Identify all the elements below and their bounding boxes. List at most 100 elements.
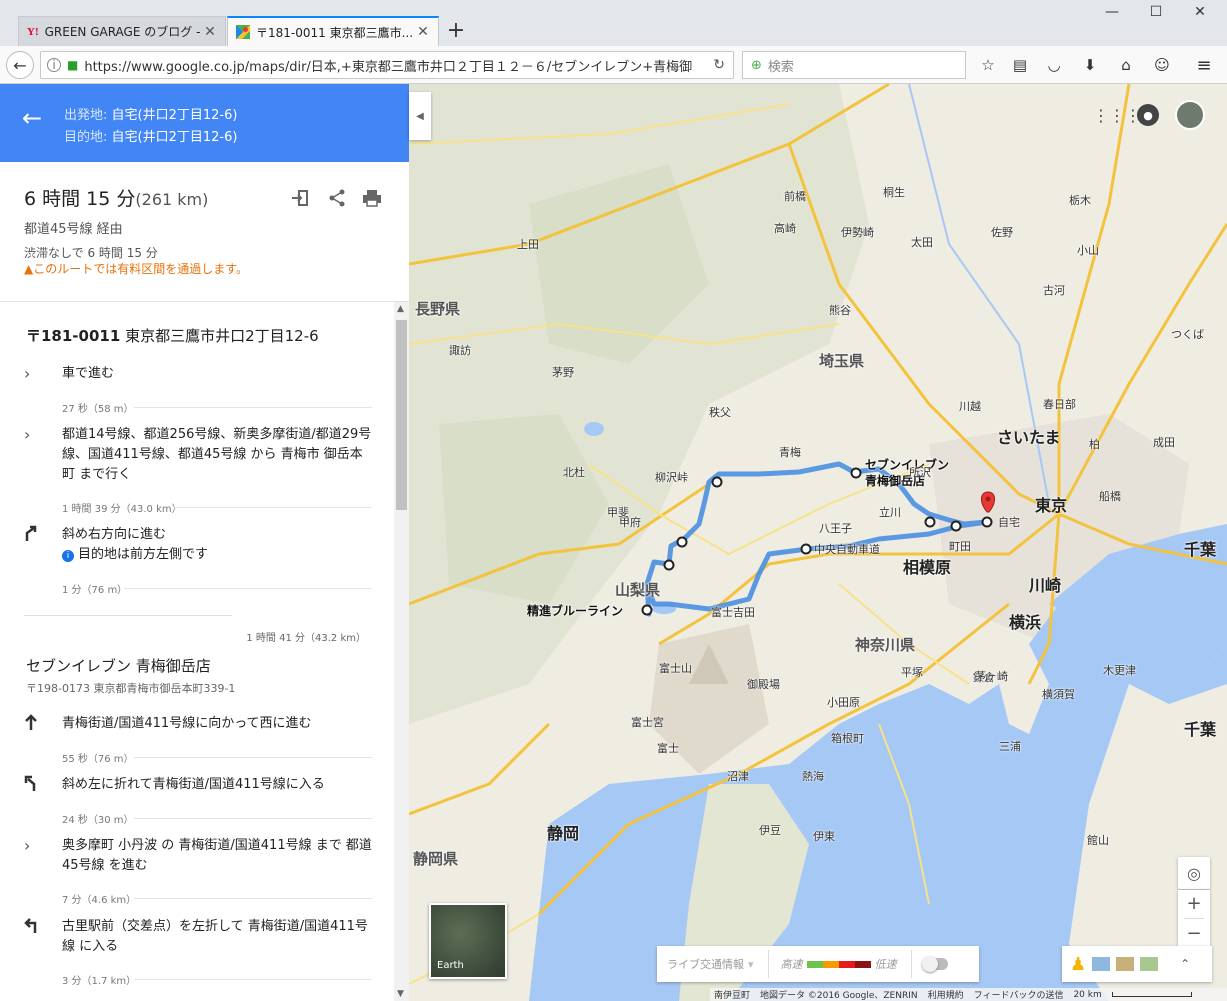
map-label: 山梨県 [615, 581, 661, 599]
chevron-down-icon[interactable]: ▾ [748, 958, 754, 971]
map-label: 伊豆 [759, 824, 781, 837]
info-icon[interactable]: i [47, 58, 61, 72]
yahoo-icon: Y! [27, 25, 39, 38]
step-text: 古里駅前（交差点）を左折して 青梅街道/国道411号線 に入る [62, 919, 368, 954]
navigation-toolbar: ← i ■ https://www.google.co.jp/maps/dir/… [0, 46, 1227, 84]
reload-icon[interactable]: ↻ [713, 57, 725, 73]
route-via: 都道45号線 経由 [24, 222, 123, 237]
home-icon[interactable]: ⌂ [1116, 55, 1136, 75]
my-location-icon[interactable]: ◎ [1178, 857, 1210, 889]
directions-steps: 〒181-0011 東京都三鷹市井口2丁目12-6 › 車で進む 27 秒（58… [0, 302, 394, 1001]
layer-thumb-icon[interactable] [1140, 957, 1159, 971]
scrollbar-thumb[interactable] [396, 320, 407, 510]
traffic-fast-label: 高速 [780, 958, 803, 971]
menu-icon[interactable]: ≡ [1194, 55, 1214, 76]
map-label: 富士宮 [631, 716, 664, 729]
warning-icon: ▲ [24, 262, 34, 276]
scale-label[interactable]: 20 km [1073, 990, 1101, 1000]
scroll-up-icon[interactable]: ▲ [397, 304, 404, 314]
search-engine-icon[interactable]: ⊕ [751, 58, 762, 73]
traffic-legend-swatch [854, 960, 871, 968]
send-to-device-icon[interactable] [288, 186, 312, 210]
step-divider [134, 407, 372, 408]
traffic-legend-swatch [822, 960, 839, 968]
back-arrow-icon[interactable]: ← [22, 104, 42, 132]
map-label: 春日部 [1043, 398, 1076, 411]
zoom-divider [1184, 917, 1204, 919]
map-label: 上田 [517, 238, 539, 251]
waypoint-name[interactable]: セブンイレブン 青梅御岳店 [26, 655, 211, 676]
new-tab-button[interactable]: + [444, 18, 468, 43]
terms-link[interactable]: 利用規約 [928, 988, 964, 1001]
destination-row[interactable]: 目的地: 自宅(井口2丁目12-6) [64, 126, 237, 145]
download-icon[interactable]: ⬇ [1080, 55, 1100, 75]
step-divider [134, 898, 372, 899]
earth-view-toggle[interactable]: Earth [429, 903, 507, 979]
zoom-in-button[interactable]: + [1186, 893, 1201, 914]
url-text[interactable]: https://www.google.co.jp/maps/dir/日本,+東京… [84, 56, 713, 75]
url-bar[interactable]: i ■ https://www.google.co.jp/maps/dir/日本… [40, 51, 734, 79]
map-label: 茅ヶ崎 [975, 670, 1008, 683]
scale-bar [1111, 992, 1192, 997]
bookmark-star-icon[interactable]: ☆ [978, 55, 998, 75]
map-label: セブンイレブン [865, 458, 950, 472]
maximize-button[interactable]: ☐ [1140, 4, 1172, 26]
feedback-link[interactable]: フィードバックの送信 [974, 988, 1064, 1001]
map-label: 北杜 [563, 466, 585, 479]
destination-label: 目的地: [64, 130, 108, 145]
leg-total: 1 時間 41 分（43.2 km） [246, 633, 366, 644]
step-text: 都道14号線、都道256号線、新奥多摩街道/都道29号線、国道411号線、都道4… [62, 427, 372, 482]
close-tab-icon[interactable]: ✕ [203, 24, 217, 40]
share-icon[interactable] [325, 186, 349, 210]
tab-google-maps[interactable]: 〒181-0011 東京都三鷹市... ✕ [227, 16, 439, 46]
turn-left-icon [24, 917, 48, 937]
origin-label: 出発地: [64, 108, 108, 123]
search-input[interactable]: ⊕ 検索 [742, 51, 966, 79]
start-address[interactable]: 〒181-0011 東京都三鷹市井口2丁目12-6 [26, 325, 319, 346]
traffic-toggle[interactable] [921, 956, 948, 972]
toll-warning: ▲このルートでは有料区間を通過します。 [24, 260, 248, 277]
smiley-icon[interactable]: ☺ [1152, 55, 1172, 75]
avatar[interactable] [1175, 100, 1205, 130]
map-label: 船橋 [1099, 490, 1121, 503]
step-distance: 27 秒（58 m） [62, 404, 134, 415]
scroll-down-icon[interactable]: ▼ [397, 989, 404, 999]
map-label: 川崎 [1029, 576, 1062, 595]
reading-list-icon[interactable]: ▤ [1010, 55, 1030, 75]
map-label: 茅野 [552, 366, 574, 379]
apps-grid-icon[interactable]: ⋮⋮⋮ [1093, 106, 1141, 125]
map-label: 熊谷 [829, 304, 851, 317]
back-arrow-icon[interactable]: ← [6, 51, 34, 79]
zoom-out-button[interactable]: − [1186, 923, 1201, 944]
pegman-icon[interactable]: ♟ [1070, 954, 1086, 975]
layer-thumb-icon[interactable] [1092, 957, 1111, 971]
map-footer: 南伊豆町 地図データ ©2016 Google、ZENRIN 利用規約 フィード… [710, 988, 1227, 1001]
traffic-legend-swatch [806, 960, 823, 968]
tab-title: GREEN GARAGE のブログ - ... [44, 25, 203, 39]
map-label: 静岡 [547, 824, 580, 843]
map-label: 古河 [1043, 284, 1065, 297]
footer-place: 南伊豆町 [714, 991, 751, 1001]
pocket-icon[interactable]: ◡ [1044, 55, 1064, 75]
layer-thumb-icon[interactable] [1116, 957, 1135, 971]
origin-row[interactable]: 出発地: 自宅(井口2丁目12-6) [64, 104, 237, 123]
postal-code: 〒181-0011 [26, 327, 121, 345]
notifications-icon[interactable]: ● [1137, 104, 1159, 126]
chevron-right-icon: › [24, 364, 31, 383]
close-tab-icon[interactable]: ✕ [416, 24, 430, 40]
map-canvas[interactable]: 東京 さいたま 横浜 川崎 相模原 千葉 千葉 静岡 甲府 高崎 前橋 川越 神… [409, 84, 1227, 1001]
step-distance: 1 分（76 m） [62, 585, 128, 596]
panel-scrollbar[interactable]: ▲ ▼ [394, 302, 409, 1001]
map-data-attribution: 地図データ ©2016 Google、ZENRIN [760, 991, 918, 1001]
collapse-panel-button[interactable]: ◀ [409, 92, 431, 140]
map-label: 八王子 [819, 522, 852, 535]
lock-icon: ■ [67, 58, 79, 72]
map-label: さいたま [997, 428, 1061, 447]
expand-icon[interactable]: ⌃ [1180, 957, 1190, 971]
tab-green-garage[interactable]: Y! GREEN GARAGE のブログ - ... ✕ [18, 16, 226, 46]
traffic-label[interactable]: ライブ交通情報 [667, 956, 744, 972]
print-icon[interactable] [360, 186, 384, 210]
close-window-button[interactable]: ✕ [1184, 4, 1216, 26]
step-divider [134, 979, 372, 980]
minimize-button[interactable]: — [1096, 4, 1128, 26]
